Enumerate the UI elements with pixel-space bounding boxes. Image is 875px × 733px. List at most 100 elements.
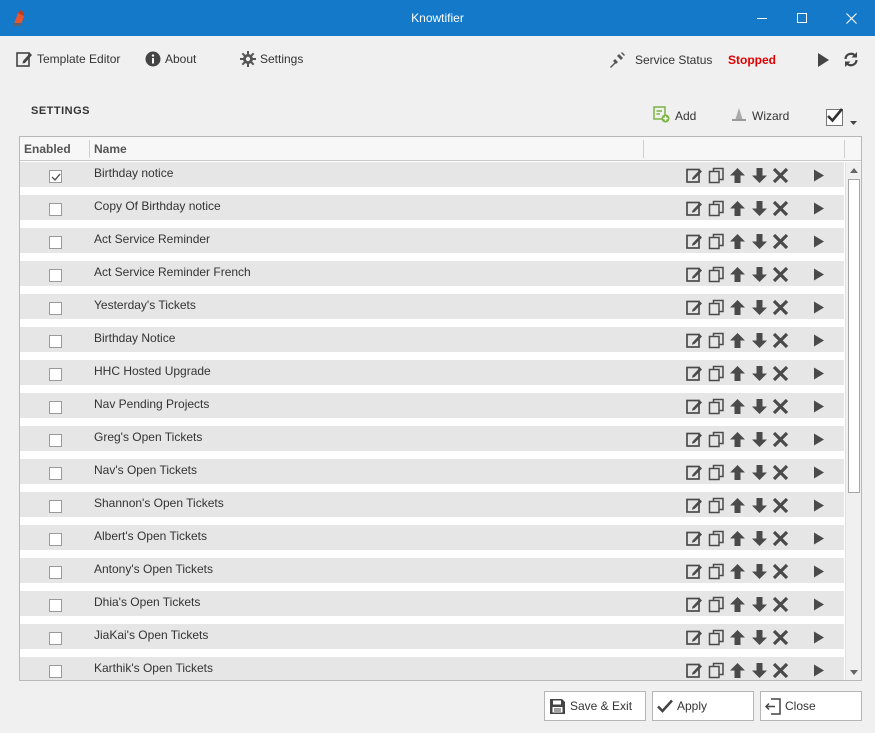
move-down-icon[interactable] [751,266,768,283]
copy-icon[interactable] [708,266,725,283]
move-up-icon[interactable] [729,365,746,382]
run-icon[interactable] [810,464,827,481]
table-row[interactable]: JiaKai's Open Tickets [20,624,844,657]
maximize-button[interactable] [779,0,825,36]
row-enabled-checkbox[interactable] [49,599,62,612]
move-up-icon[interactable] [729,530,746,547]
row-enabled-checkbox[interactable] [49,203,62,216]
copy-icon[interactable] [708,497,725,514]
row-enabled-checkbox[interactable] [49,467,62,480]
save-exit-button[interactable]: Save & Exit [544,691,646,721]
run-icon[interactable] [810,431,827,448]
delete-icon[interactable] [772,365,789,382]
delete-icon[interactable] [772,596,789,613]
copy-icon[interactable] [708,596,725,613]
scroll-up-arrow[interactable] [846,162,861,178]
move-up-icon[interactable] [729,233,746,250]
about-button[interactable]: About [145,50,196,68]
table-row[interactable]: Copy Of Birthday notice [20,195,844,228]
table-row[interactable]: Act Service Reminder [20,228,844,261]
move-down-icon[interactable] [751,365,768,382]
edit-icon[interactable] [686,266,703,283]
copy-icon[interactable] [708,233,725,250]
row-enabled-checkbox[interactable] [49,302,62,315]
move-up-icon[interactable] [729,299,746,316]
table-row[interactable]: Yesterday's Tickets [20,294,844,327]
table-row[interactable]: Nav Pending Projects [20,393,844,426]
row-enabled-checkbox[interactable] [49,335,62,348]
edit-icon[interactable] [686,233,703,250]
run-icon[interactable] [810,497,827,514]
move-down-icon[interactable] [751,398,768,415]
start-service-icon[interactable] [817,53,829,70]
run-icon[interactable] [810,662,827,679]
move-up-icon[interactable] [729,332,746,349]
row-enabled-checkbox[interactable] [49,434,62,447]
copy-icon[interactable] [708,530,725,547]
delete-icon[interactable] [772,200,789,217]
copy-icon[interactable] [708,167,725,184]
run-icon[interactable] [810,563,827,580]
vertical-scrollbar[interactable] [845,162,861,680]
move-up-icon[interactable] [729,596,746,613]
run-icon[interactable] [810,332,827,349]
move-up-icon[interactable] [729,398,746,415]
table-row[interactable]: Shannon's Open Tickets [20,492,844,525]
move-down-icon[interactable] [751,233,768,250]
run-icon[interactable] [810,299,827,316]
move-down-icon[interactable] [751,332,768,349]
close-window-button[interactable] [828,0,874,36]
copy-icon[interactable] [708,299,725,316]
move-down-icon[interactable] [751,200,768,217]
row-enabled-checkbox[interactable] [49,170,62,183]
wizard-button[interactable]: Wizard [731,107,789,125]
edit-icon[interactable] [686,596,703,613]
copy-icon[interactable] [708,662,725,679]
edit-icon[interactable] [686,629,703,646]
move-down-icon[interactable] [751,563,768,580]
copy-icon[interactable] [708,332,725,349]
edit-icon[interactable] [686,464,703,481]
move-down-icon[interactable] [751,530,768,547]
table-row[interactable]: Karthik's Open Tickets [20,657,844,680]
move-down-icon[interactable] [751,629,768,646]
row-enabled-checkbox[interactable] [49,401,62,414]
edit-icon[interactable] [686,398,703,415]
table-row[interactable]: HHC Hosted Upgrade [20,360,844,393]
edit-icon[interactable] [686,662,703,679]
move-down-icon[interactable] [751,167,768,184]
scroll-down-arrow[interactable] [846,664,861,680]
edit-icon[interactable] [686,563,703,580]
edit-icon[interactable] [686,530,703,547]
settings-button[interactable]: Settings [240,50,303,68]
move-up-icon[interactable] [729,266,746,283]
copy-icon[interactable] [708,563,725,580]
edit-icon[interactable] [686,497,703,514]
edit-icon[interactable] [686,431,703,448]
move-down-icon[interactable] [751,662,768,679]
move-up-icon[interactable] [729,464,746,481]
move-up-icon[interactable] [729,563,746,580]
row-enabled-checkbox[interactable] [49,566,62,579]
row-enabled-checkbox[interactable] [49,632,62,645]
close-button[interactable]: Close [760,691,862,721]
move-down-icon[interactable] [751,497,768,514]
select-all-checkbox[interactable] [826,108,843,126]
run-icon[interactable] [810,596,827,613]
edit-icon[interactable] [686,167,703,184]
delete-icon[interactable] [772,398,789,415]
delete-icon[interactable] [772,266,789,283]
move-up-icon[interactable] [729,662,746,679]
copy-icon[interactable] [708,464,725,481]
run-icon[interactable] [810,629,827,646]
table-row[interactable]: Birthday Notice [20,327,844,360]
delete-icon[interactable] [772,167,789,184]
edit-icon[interactable] [686,200,703,217]
copy-icon[interactable] [708,365,725,382]
table-row[interactable]: Greg's Open Tickets [20,426,844,459]
table-row[interactable]: Albert's Open Tickets [20,525,844,558]
add-button[interactable]: Add [653,106,696,125]
table-row[interactable]: Antony's Open Tickets [20,558,844,591]
table-row[interactable]: Birthday notice [20,162,844,195]
edit-icon[interactable] [686,332,703,349]
